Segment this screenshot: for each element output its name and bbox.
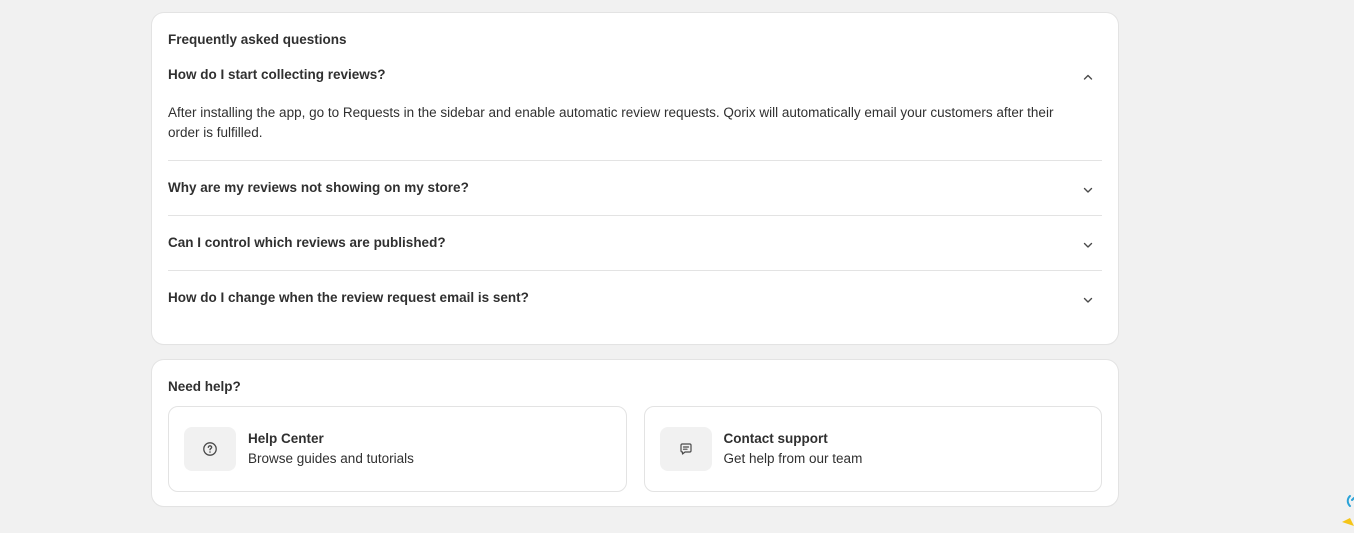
faq-item-change-email-timing[interactable]: How do I change when the review request … <box>168 271 1102 325</box>
faq-question-row[interactable]: How do I change when the review request … <box>168 288 1102 306</box>
faq-question: How do I change when the review request … <box>168 289 529 305</box>
contact-support-tile[interactable]: Contact support Get help from our team <box>643 406 1102 492</box>
question-circle-icon <box>184 427 236 471</box>
help-center-subtitle: Browse guides and tutorials <box>248 451 414 466</box>
faq-question-row[interactable]: How do I start collecting reviews? <box>168 65 1102 83</box>
help-card: Need help? Help Center Browse guides and… <box>152 360 1118 506</box>
contact-support-subtitle: Get help from our team <box>723 451 863 466</box>
faq-item-control-published[interactable]: Can I control which reviews are publishe… <box>168 216 1102 270</box>
faq-question-row[interactable]: Can I control which reviews are publishe… <box>168 233 1102 251</box>
faq-item-reviews-not-showing[interactable]: Why are my reviews not showing on my sto… <box>168 161 1102 215</box>
contact-support-text: Contact support Get help from our team <box>724 429 863 469</box>
contact-support-title: Contact support <box>723 431 828 446</box>
help-tiles: Help Center Browse guides and tutorials … <box>168 406 1102 492</box>
faq-question: Why are my reviews not showing on my sto… <box>168 179 469 195</box>
help-center-text: Help Center Browse guides and tutorials <box>248 429 414 469</box>
faq-item-start-collecting: How do I start collecting reviews? After… <box>168 49 1102 143</box>
faq-question: How do I start collecting reviews? <box>168 66 386 82</box>
faq-question-row[interactable]: Why are my reviews not showing on my sto… <box>168 178 1102 196</box>
chat-bubble-icon <box>659 427 712 471</box>
faq-title: Frequently asked questions <box>168 32 347 47</box>
chevron-up-icon[interactable] <box>1080 69 1096 85</box>
faq-question: Can I control which reviews are publishe… <box>168 234 446 250</box>
chevron-down-icon[interactable] <box>1080 292 1096 308</box>
faq-answer: After installing the app, go to Requests… <box>168 105 1054 140</box>
faq-card: Frequently asked questions How do I star… <box>152 13 1118 344</box>
chevron-down-icon[interactable] <box>1080 237 1096 253</box>
help-center-tile[interactable]: Help Center Browse guides and tutorials <box>168 406 627 492</box>
help-title: Need help? <box>168 379 241 394</box>
mascot-icon[interactable] <box>1340 494 1354 528</box>
chevron-down-icon[interactable] <box>1080 182 1096 198</box>
help-center-title: Help Center <box>248 431 324 446</box>
